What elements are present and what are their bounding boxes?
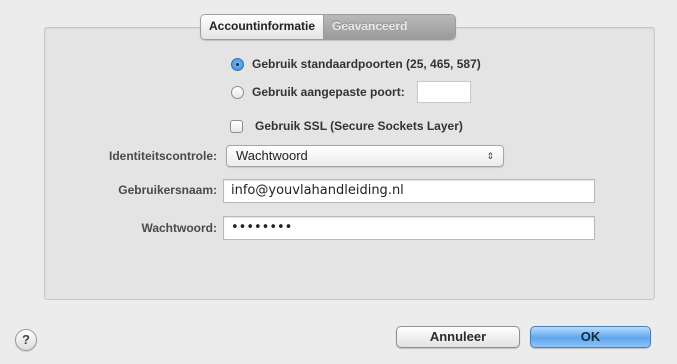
cancel-button[interactable]: Annuleer (396, 326, 520, 348)
custom-port-input[interactable] (416, 81, 471, 103)
tab-bar: Accountinformatie Geavanceerd (200, 14, 457, 40)
tab-account-information[interactable]: Accountinformatie (201, 15, 324, 39)
custom-port-option[interactable]: Gebruik aangepaste poort: (231, 81, 471, 103)
custom-port-label: Gebruik aangepaste poort: (252, 85, 405, 99)
password-label: Wachtwoord: (141, 221, 217, 235)
authentication-label: Identiteitscontrole: (108, 149, 217, 163)
authentication-select[interactable]: Wachtwoord ⇕ (226, 145, 504, 167)
authentication-value: Wachtwoord (236, 148, 308, 163)
ssl-checkbox[interactable] (230, 119, 243, 133)
default-ports-label: Gebruik standaardpoorten (25, 465, 587) (252, 57, 481, 71)
help-button[interactable]: ? (15, 329, 37, 351)
password-field[interactable]: •••••••• (223, 216, 595, 240)
select-arrows-icon: ⇕ (486, 151, 494, 161)
ok-button[interactable]: OK (530, 326, 651, 348)
default-ports-option[interactable]: Gebruik standaardpoorten (25, 465, 587) (231, 57, 481, 71)
username-field[interactable]: info@youvlahandleiding.nl (223, 179, 595, 203)
default-ports-radio[interactable] (231, 57, 244, 71)
tab-advanced[interactable]: Geavanceerd (323, 15, 456, 39)
ssl-label: Gebruik SSL (Secure Sockets Layer) (255, 119, 463, 133)
ssl-option[interactable]: Gebruik SSL (Secure Sockets Layer) (230, 119, 463, 133)
username-label: Gebruikersnaam: (118, 183, 217, 197)
custom-port-radio[interactable] (231, 85, 244, 99)
